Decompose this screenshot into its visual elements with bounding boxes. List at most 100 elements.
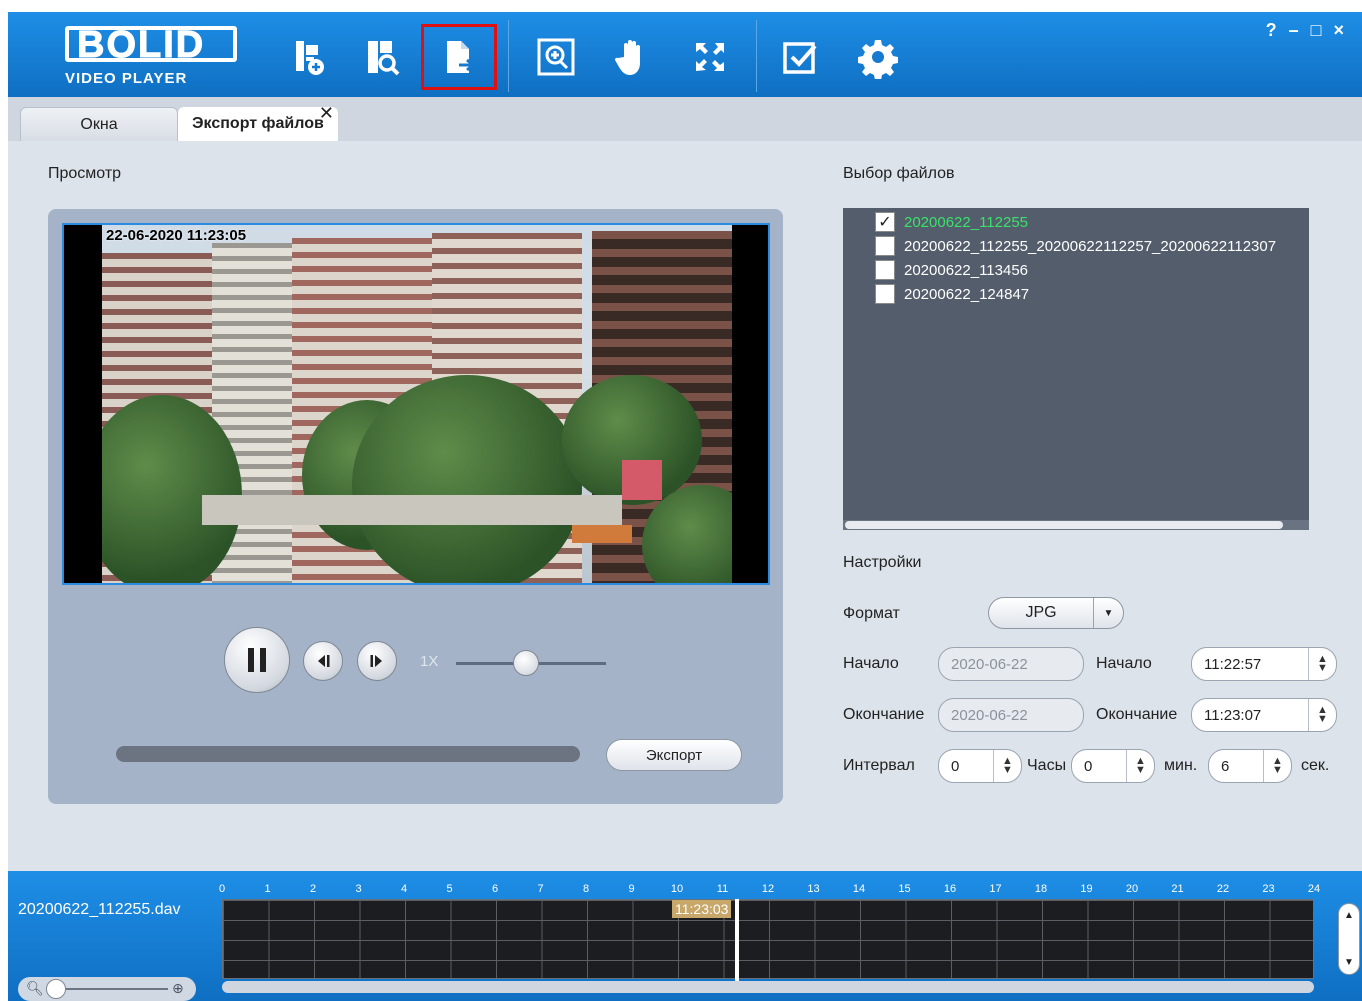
checkbox[interactable]	[875, 284, 895, 304]
scroll-down-icon[interactable]: ▼	[1344, 957, 1354, 968]
spinner-arrows-icon[interactable]: ▲ ▼	[1308, 648, 1336, 680]
file-item[interactable]: ✓ 20200622_112255	[875, 210, 1028, 234]
video-preview[interactable]: 22-06-2020 11:23:05	[62, 223, 770, 585]
file-name: 20200622_112255_20200622112257_202006221…	[904, 237, 1277, 255]
help-button[interactable]: ?	[1266, 20, 1277, 41]
pause-button[interactable]	[224, 627, 290, 693]
zoom-out-icon[interactable]: 🔍︎	[26, 980, 44, 997]
zoom-slider-knob[interactable]	[46, 979, 66, 999]
hand-icon[interactable]	[594, 24, 670, 90]
speed-slider-knob[interactable]	[513, 650, 539, 676]
timeline-cursor[interactable]	[735, 899, 739, 981]
seconds-label: сек.	[1301, 757, 1330, 774]
timeline-hour-label: 24	[1307, 883, 1321, 895]
timeline-cursor-time: 11:23:03	[672, 900, 732, 918]
minimize-button[interactable]: –	[1289, 20, 1299, 41]
step-back-button[interactable]	[303, 641, 343, 681]
settings-title: Настройки	[843, 554, 922, 571]
timeline-hour-label: 13	[807, 883, 820, 895]
start-time-spinner[interactable]: 11:22:57 ▲ ▼	[1191, 647, 1337, 681]
zoom-in-icon[interactable]	[518, 24, 594, 90]
timeline-grid[interactable]	[222, 899, 1314, 979]
timeline-hour-label: 12	[761, 883, 775, 895]
search-file-icon[interactable]	[344, 24, 420, 90]
fullscreen-icon[interactable]	[672, 24, 748, 90]
timeline-hour-label: 18	[1034, 883, 1048, 895]
chevron-down-icon[interactable]: ▼	[1093, 598, 1123, 628]
main-toolbar: BOLID VIDEO PLAYER ? – □ ×	[8, 12, 1362, 97]
zoom-in-small-icon[interactable]: ⊕	[172, 980, 184, 997]
step-forward-button[interactable]	[357, 641, 397, 681]
tab-windows[interactable]: Окна	[20, 107, 178, 141]
timeline-hour-label: 3	[355, 883, 362, 895]
timeline-hour-label: 20	[1125, 883, 1139, 895]
step-forward-icon	[370, 655, 382, 667]
maximize-button[interactable]: □	[1311, 20, 1322, 41]
timeline-hour-label: 10	[670, 883, 684, 895]
checkbox[interactable]	[875, 236, 895, 256]
preview-panel: 22-06-2020 11:23:05 1X Экспорт	[48, 209, 783, 804]
interval-minutes-spinner[interactable]: 0 ▲ ▼	[1071, 749, 1155, 783]
checkbox-icon[interactable]	[762, 24, 838, 90]
tab-label: Экспорт файлов	[192, 115, 324, 132]
timeline-hour-label: 17	[989, 883, 1002, 895]
start-time-label: Начало	[1096, 655, 1152, 672]
file-name: 20200622_113456	[904, 261, 1029, 279]
end-date-field[interactable]: 2020-06-22	[938, 698, 1084, 732]
speed-label: 1X	[420, 653, 439, 670]
file-item[interactable]: 20200622_124847	[875, 282, 1029, 306]
timeline-hour-label: 7	[537, 883, 544, 895]
tab-export-files[interactable]: Экспорт файлов ✕	[178, 103, 338, 141]
timeline-hour-ticks: 0 1 2 3 4 5 6 7 8 9 10 11 12 13 14 15 16 17 18 19 20 21 22 23 24	[219, 883, 1320, 899]
export-icon[interactable]	[421, 24, 497, 90]
step-back-icon	[318, 655, 330, 667]
gear-icon[interactable]	[840, 24, 916, 90]
tab-label: Окна	[80, 115, 118, 133]
file-item[interactable]: 20200622_113456	[875, 258, 1028, 282]
scroll-up-icon[interactable]: ▲	[1344, 910, 1354, 921]
file-name: 20200622_112255	[904, 213, 1029, 231]
file-selection-title: Выбор файлов	[843, 165, 955, 182]
export-progress-bar	[116, 746, 580, 762]
spinner-arrows-icon[interactable]: ▲ ▼	[1308, 699, 1336, 731]
interval-hours-spinner[interactable]: 0 ▲ ▼	[938, 749, 1022, 783]
checkbox-checked[interactable]: ✓	[875, 212, 895, 232]
spinner-arrows-icon[interactable]: ▲ ▼	[1263, 750, 1291, 782]
timeline-hour-label: 21	[1171, 883, 1184, 895]
scrollbar-thumb[interactable]	[845, 521, 1283, 529]
checkbox[interactable]	[875, 260, 895, 280]
timeline-hour-label: 8	[582, 883, 590, 895]
spinner-arrows-icon[interactable]: ▲ ▼	[1126, 750, 1154, 782]
timeline-hour-label: 15	[898, 883, 911, 895]
file-list-scrollbar[interactable]	[843, 520, 1309, 530]
minutes-label: мин.	[1164, 757, 1198, 774]
interval-seconds-spinner[interactable]: 6 ▲ ▼	[1208, 749, 1292, 783]
add-file-icon[interactable]	[270, 24, 346, 90]
close-button[interactable]: ×	[1333, 20, 1344, 41]
file-name: 20200622_124847	[904, 285, 1030, 303]
timeline-hour-label: 22	[1216, 883, 1230, 895]
end-time-label: Окончание	[1096, 706, 1178, 723]
file-item[interactable]: 20200622_112255_20200622112257_202006221…	[875, 234, 1276, 258]
timeline-hour-label: 23	[1262, 883, 1275, 895]
camera-image	[102, 225, 732, 583]
start-date-field[interactable]: 2020-06-22	[938, 647, 1084, 681]
file-list: ✓ 20200622_112255 20200622_112255_202006…	[843, 208, 1309, 530]
spinner-arrows-icon[interactable]: ▲ ▼	[993, 750, 1021, 782]
window-controls: ? – □ ×	[1266, 20, 1344, 41]
timeline-hour-label: 4	[400, 883, 408, 895]
timeline-zoom-slider[interactable]: 🔍︎ ⊕	[18, 977, 196, 1001]
end-date-label: Окончание	[843, 706, 925, 723]
format-select[interactable]: JPG ▼	[988, 597, 1124, 629]
timeline-vertical-scrollbar[interactable]: ▲ ▼	[1338, 903, 1360, 975]
timeline-hour-label: 19	[1080, 883, 1093, 895]
close-tab-icon[interactable]: ✕	[319, 103, 334, 124]
timeline-hour-label: 2	[309, 883, 317, 895]
timeline-hour-label: 11	[716, 883, 729, 895]
timeline-hour-label: 16	[943, 883, 957, 895]
export-button[interactable]: Экспорт	[606, 739, 742, 771]
timeline-scrollbar[interactable]	[222, 981, 1314, 993]
app-logo: BOLID VIDEO PLAYER	[63, 20, 243, 90]
end-time-spinner[interactable]: 11:23:07 ▲ ▼	[1191, 698, 1337, 732]
start-date-label: Начало	[843, 655, 899, 672]
